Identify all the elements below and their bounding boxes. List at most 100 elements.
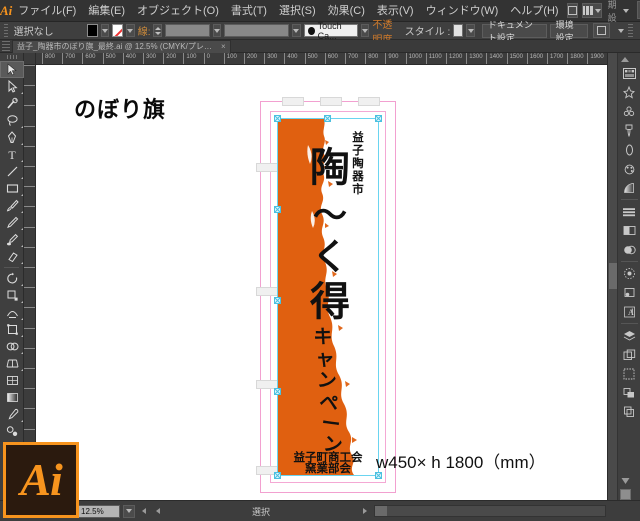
zoom-dropdown-icon[interactable] (123, 504, 135, 518)
tool-flyout-icon[interactable] (19, 335, 23, 337)
pen-tool[interactable] (0, 129, 24, 146)
pathfinder-panel-icon[interactable] (619, 221, 640, 240)
tool-flyout-icon[interactable] (19, 92, 23, 94)
stroke-profile-dropdown-icon[interactable] (292, 24, 301, 37)
paintbrush-tool[interactable] (0, 197, 24, 214)
menu-effect[interactable]: 効果(C) (322, 0, 371, 22)
tool-flyout-icon[interactable] (19, 262, 23, 264)
preferences-button[interactable]: 環境設定 (549, 20, 588, 43)
tab-close-icon[interactable]: × (221, 42, 226, 51)
eyedropper-tool[interactable] (0, 406, 24, 423)
stroke-weight-stepper[interactable] (153, 24, 163, 37)
zoom-level-field[interactable]: 12.5% (78, 504, 120, 518)
tool-flyout-icon[interactable] (19, 245, 23, 247)
stroke-dropdown-icon[interactable] (126, 24, 135, 37)
links-panel-icon[interactable] (619, 383, 640, 402)
line-segment-tool[interactable] (0, 163, 24, 180)
selection-anchor[interactable] (274, 388, 281, 395)
tool-flyout-icon[interactable] (19, 126, 23, 128)
minimize-button[interactable]: — (636, 0, 640, 19)
free-transform-tool[interactable] (0, 321, 24, 338)
tool-flyout-icon[interactable] (19, 143, 23, 145)
scrollbar-thumb[interactable] (375, 506, 387, 516)
canvas-vertical-scrollbar[interactable] (608, 53, 618, 500)
lasso-tool[interactable] (0, 112, 24, 129)
style-dropdown-icon[interactable] (466, 24, 475, 37)
status-menu-icon[interactable] (359, 505, 371, 518)
appearance-panel-icon[interactable] (619, 264, 640, 283)
chichi-tab[interactable] (256, 287, 278, 296)
tool-flyout-icon[interactable] (19, 318, 23, 320)
dock-resize-grip[interactable] (620, 489, 631, 500)
document-info-panel-icon[interactable] (619, 402, 640, 421)
document-tab[interactable]: 益子_陶器市のぼり旗_最終.ai @ 12.5% (CMYK/プレビュー) × (12, 39, 231, 53)
brush-dropdown-icon[interactable] (360, 24, 370, 37)
color-panel-icon[interactable] (619, 64, 640, 83)
menu-type[interactable]: 書式(T) (225, 0, 273, 22)
align-panel-icon[interactable] (619, 202, 640, 221)
color-guide-panel-icon[interactable] (619, 83, 640, 102)
tool-flyout-icon[interactable] (19, 420, 23, 422)
brush-definition-combo[interactable]: Touch Ca... (303, 21, 358, 41)
gradient-panel-icon[interactable] (619, 178, 640, 197)
transform-panel-icon[interactable] (619, 364, 640, 383)
perspective-grid-tool[interactable] (0, 355, 24, 372)
layers-panel-icon[interactable] (619, 326, 640, 345)
canvas-scroll-area[interactable]: のぼり旗 益 子 陶 器 市 陶 〜 く 得 キ ャ ン ペ ー ン 益子町商工… (36, 65, 607, 500)
menu-select[interactable]: 選択(S) (273, 0, 322, 22)
brushes-panel-icon[interactable] (619, 121, 640, 140)
first-artboard-button[interactable] (138, 505, 149, 518)
status-text[interactable]: 選択 (166, 505, 356, 518)
tool-flyout-icon[interactable] (19, 228, 23, 230)
gradient-tool[interactable] (0, 389, 24, 406)
tool-flyout-icon[interactable] (19, 352, 23, 354)
document-setup-button[interactable]: ドキュメント設定 (481, 20, 547, 43)
rectangle-tool[interactable] (0, 180, 24, 197)
control-bar-grip[interactable] (4, 23, 8, 38)
tool-flyout-icon[interactable] (19, 369, 23, 371)
chichi-tab[interactable] (256, 163, 278, 172)
tools-panel-grip[interactable] (0, 53, 23, 61)
blend-tool[interactable] (0, 423, 24, 440)
scale-tool[interactable] (0, 287, 24, 304)
pencil-tool[interactable] (0, 214, 24, 231)
tool-flyout-icon[interactable] (19, 160, 23, 162)
tool-flyout-icon[interactable] (19, 211, 23, 213)
chichi-tab[interactable] (320, 97, 342, 106)
chichi-tab[interactable] (358, 97, 380, 106)
tool-flyout-icon[interactable] (19, 284, 23, 286)
symbols-panel-icon[interactable] (619, 102, 640, 121)
selection-anchor[interactable] (274, 297, 281, 304)
menu-file[interactable]: ファイル(F) (12, 0, 82, 22)
width-tool[interactable] (0, 304, 24, 321)
ruler-origin[interactable] (24, 53, 36, 65)
stroke-weight-dropdown-icon[interactable] (212, 24, 222, 37)
collapse-dock-icon[interactable] (620, 476, 631, 487)
stroke-profile-field[interactable] (224, 24, 290, 37)
stroke-color-swatch[interactable] (112, 24, 124, 37)
selection-anchor[interactable] (324, 115, 331, 122)
workspace-chevron-down-icon[interactable] (622, 8, 629, 13)
stroke-weight-field[interactable] (165, 24, 210, 37)
tab-bar-grip[interactable] (2, 40, 10, 52)
selection-anchor[interactable] (274, 206, 281, 213)
fill-color-swatch[interactable] (86, 24, 98, 37)
control-bar-overflow-icon[interactable] (628, 23, 633, 38)
direct-selection-tool[interactable] (0, 78, 24, 95)
menu-edit[interactable]: 編集(E) (82, 0, 131, 22)
mesh-tool[interactable] (0, 372, 24, 389)
chichi-tab[interactable] (282, 97, 304, 106)
swatches-panel-icon[interactable] (619, 159, 640, 178)
graphic-style-swatch[interactable] (453, 24, 464, 37)
align-options-icon[interactable] (593, 23, 610, 38)
type-tool[interactable]: T (0, 146, 24, 163)
tool-flyout-icon[interactable] (19, 177, 23, 179)
shape-builder-tool[interactable] (0, 338, 24, 355)
eraser-tool[interactable] (0, 248, 24, 265)
align-chevron-down-icon[interactable] (618, 28, 624, 33)
character-panel-icon[interactable]: A (619, 302, 640, 321)
horizontal-ruler[interactable]: 800 700 600 500 400 300 200 100 0 100 200 300 400 500… (36, 53, 607, 65)
fill-dropdown-icon[interactable] (100, 24, 110, 37)
selection-tool[interactable] (0, 61, 24, 78)
canvas-horizontal-scrollbar[interactable] (374, 505, 606, 517)
